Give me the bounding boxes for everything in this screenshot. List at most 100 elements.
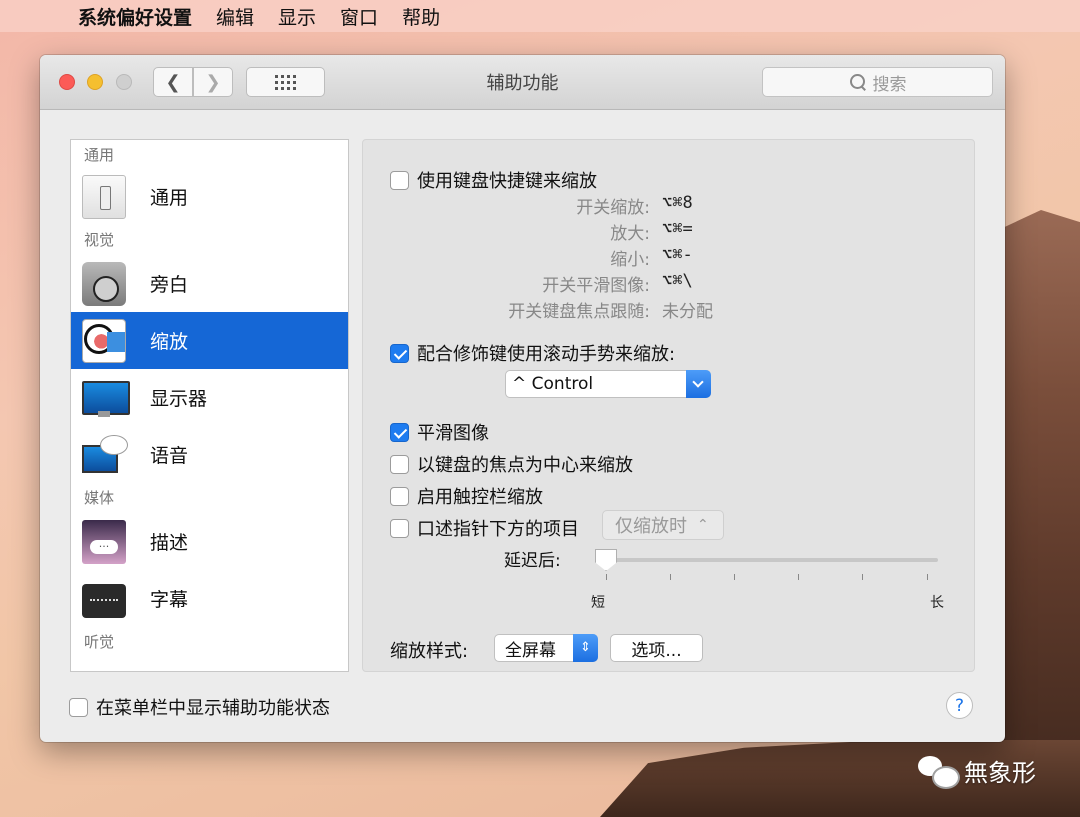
keyboard-shortcuts-checkbox[interactable] (390, 170, 409, 190)
shortcut-row: 开关缩放: ⌥⌘8 (350, 193, 692, 218)
smooth-images-label: 平滑图像 (417, 423, 489, 444)
help-button[interactable]: ? (946, 692, 973, 719)
delay-slider-track[interactable] (595, 558, 938, 562)
grid-icon (275, 74, 296, 90)
zoom-style-select[interactable]: 全屏幕 ⇕ (494, 634, 598, 662)
zoom-style-label: 缩放样式: (390, 641, 469, 662)
speak-items-label: 口述指针下方的项目 (417, 519, 579, 540)
forward-button[interactable]: ❯ (193, 67, 233, 97)
captions-icon (82, 583, 126, 618)
minimize-button[interactable] (87, 74, 103, 90)
smooth-images-row: 平滑图像 (390, 419, 489, 445)
speak-mode-select[interactable]: 仅缩放时 ⌃ (602, 510, 724, 540)
menu-window[interactable]: 窗口 (340, 3, 378, 30)
descriptions-icon (82, 519, 126, 564)
sidebar-section-hearing: 听觉 (84, 633, 115, 651)
keyboard-shortcuts-label: 使用键盘快捷键来缩放 (417, 171, 597, 192)
touch-bar-zoom-label: 启用触控栏缩放 (417, 487, 543, 508)
speak-mode-value: 仅缩放时 (615, 516, 687, 537)
shortcut-row: 放大: ⌥⌘= (350, 219, 693, 244)
delay-slider-knob[interactable] (595, 549, 617, 571)
shortcut-key: ⌥⌘- (662, 245, 693, 265)
sidebar-item-label: 旁白 (150, 274, 189, 296)
watermark: 無象形 (918, 753, 1036, 789)
scroll-gesture-checkbox[interactable] (390, 343, 409, 363)
updown-arrows-icon: ⇕ (573, 634, 598, 662)
show-all-button[interactable] (246, 67, 325, 97)
zoom-window-button[interactable] (116, 74, 132, 90)
speak-items-checkbox[interactable] (390, 518, 409, 538)
shortcut-key: ⌥⌘= (662, 219, 693, 239)
show-status-label: 在菜单栏中显示辅助功能状态 (96, 698, 330, 719)
shortcut-label: 放大: (610, 224, 650, 244)
sidebar-item-voiceover[interactable]: 旁白 (71, 255, 348, 312)
follow-focus-label: 以键盘的焦点为中心来缩放 (417, 455, 633, 476)
chevron-down-icon (686, 370, 711, 398)
zoom-settings-panel: 使用键盘快捷键来缩放 开关缩放: ⌥⌘8 放大: ⌥⌘= 缩小: ⌥⌘- 开关平… (362, 139, 975, 672)
sidebar-section-vision: 视觉 (84, 231, 115, 249)
sidebar: 通用 通用 视觉 旁白 缩放 显示器 语音 媒体 描述 字幕 (70, 139, 349, 672)
slider-tick (606, 574, 607, 580)
shortcut-label: 缩小: (610, 250, 650, 270)
sidebar-item-label: 通用 (150, 187, 189, 209)
sidebar-item-zoom[interactable]: 缩放 (71, 312, 348, 369)
options-button[interactable]: 选项... (610, 634, 703, 662)
watermark-text: 無象形 (964, 759, 1036, 787)
touch-bar-zoom-checkbox[interactable] (390, 486, 409, 506)
follow-focus-checkbox[interactable] (390, 454, 409, 474)
shortcut-key: 未分配 (662, 302, 713, 322)
shortcut-label: 开关平滑图像: (542, 276, 650, 296)
menu-help[interactable]: 帮助 (402, 3, 440, 30)
touch-bar-zoom-row: 启用触控栏缩放 (390, 483, 543, 509)
sidebar-item-captions[interactable]: 字幕 (71, 570, 348, 627)
sidebar-item-label: 语音 (150, 445, 189, 467)
preferences-window: ❮ ❯ 辅助功能 搜索 通用 通用 视觉 旁白 缩放 显示器 语音 媒体 ...… (40, 55, 1005, 742)
menu-app-name[interactable]: 系统偏好设置 (78, 3, 192, 30)
slider-min-label: 短 (591, 595, 605, 611)
slider-max-label: 长 (930, 595, 944, 611)
search-placeholder: 搜索 (872, 74, 907, 95)
speech-icon (82, 433, 128, 477)
close-button[interactable] (59, 74, 75, 90)
sidebar-item-general[interactable]: 通用 (71, 168, 348, 225)
sidebar-item-speech[interactable]: 语音 (71, 426, 348, 483)
wechat-icon (918, 755, 960, 789)
search-icon (849, 73, 867, 91)
shortcut-label: 开关缩放: (576, 198, 650, 218)
sidebar-item-display[interactable]: 显示器 (71, 369, 348, 426)
modifier-key-select[interactable]: ^ Control (505, 370, 711, 398)
sidebar-item-label: 显示器 (150, 388, 208, 410)
chevron-right-icon: ❯ (205, 71, 221, 93)
modifier-key-value: ^ Control (512, 374, 594, 394)
scroll-gesture-row: 配合修饰键使用滚动手势来缩放: (390, 340, 675, 366)
sidebar-item-label: 缩放 (150, 331, 189, 353)
menu-view[interactable]: 显示 (278, 3, 316, 30)
slider-tick (862, 574, 863, 580)
menu-edit[interactable]: 编辑 (216, 3, 254, 30)
slider-tick (670, 574, 671, 580)
sidebar-item-descriptions[interactable]: 描述 (71, 513, 348, 570)
menubar: 系统偏好设置 编辑 显示 窗口 帮助 (0, 0, 1080, 32)
shortcut-label: 开关键盘焦点跟随: (508, 302, 650, 322)
show-status-row: 在菜单栏中显示辅助功能状态 (69, 694, 330, 720)
apple-menu-icon[interactable] (28, 5, 48, 27)
speak-items-row: 口述指针下方的项目 (390, 515, 579, 541)
display-icon (82, 376, 130, 420)
show-status-checkbox[interactable] (69, 697, 88, 717)
sidebar-section-media: 媒体 (84, 489, 115, 507)
scroll-gesture-label: 配合修饰键使用滚动手势来缩放: (417, 344, 676, 365)
sidebar-section-general: 通用 (84, 146, 115, 164)
shortcut-key: ⌥⌘\ (662, 271, 693, 291)
delay-label: 延迟后: (504, 551, 561, 571)
keyboard-shortcuts-row: 使用键盘快捷键来缩放 (390, 167, 597, 193)
back-button[interactable]: ❮ (153, 67, 193, 97)
shortcut-row: 缩小: ⌥⌘- (350, 245, 693, 270)
search-field[interactable]: 搜索 (762, 67, 993, 97)
zoom-style-value: 全屏幕 (505, 640, 556, 661)
shortcut-row: 开关平滑图像: ⌥⌘\ (350, 271, 693, 296)
slider-tick (798, 574, 799, 580)
smooth-images-checkbox[interactable] (390, 422, 409, 442)
general-icon (82, 174, 126, 219)
chevron-left-icon: ❮ (165, 71, 181, 93)
sidebar-item-label: 描述 (150, 532, 189, 554)
